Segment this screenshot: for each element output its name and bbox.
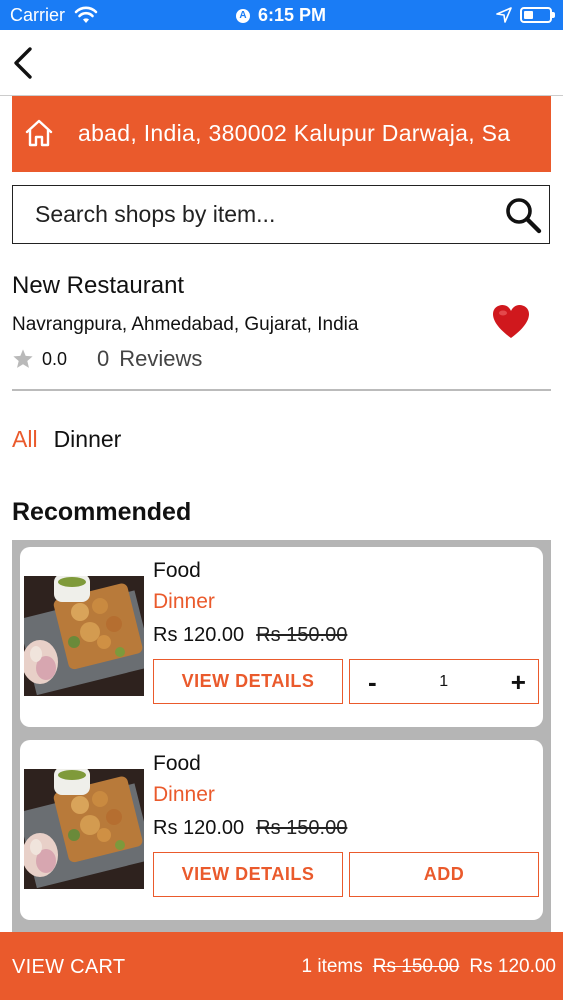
product-card: Food Dinner Rs 120.00 Rs 150.00 VIEW DET… <box>20 547 543 727</box>
location-services-icon: A <box>236 8 250 23</box>
carrier-label: Carrier <box>10 5 66 25</box>
product-image <box>24 576 144 696</box>
product-old-price: Rs 150.00 <box>256 624 348 646</box>
address-text: abad, India, 380002 Kalupur Darwaja, Sa <box>78 120 511 146</box>
cart-old-total: Rs 150.00 <box>372 956 460 977</box>
home-icon <box>25 119 53 147</box>
location-arrow-icon <box>496 7 512 23</box>
battery-icon <box>520 7 555 23</box>
status-center: A 6:15 PM <box>236 5 326 26</box>
product-title: Food <box>153 752 201 775</box>
navigation-bar <box>0 30 563 96</box>
tab-all[interactable]: All <box>12 426 38 453</box>
product-old-price: Rs 150.00 <box>256 817 348 839</box>
increase-quantity-button[interactable]: + <box>511 669 526 695</box>
reviews-link[interactable]: 0 Reviews <box>97 346 202 372</box>
cart-total: Rs 120.00 <box>469 956 556 977</box>
heart-icon[interactable] <box>492 304 530 340</box>
rating-row: 0.0 0 Reviews <box>12 346 202 372</box>
add-button[interactable]: ADD <box>349 852 539 897</box>
address-banner[interactable]: abad, India, 380002 Kalupur Darwaja, Sa <box>12 96 551 172</box>
section-title: Recommended <box>12 498 192 526</box>
product-category: Dinner <box>153 783 215 806</box>
search-icon[interactable] <box>503 195 543 235</box>
price-row: Rs 120.00 Rs 150.00 <box>153 817 347 840</box>
product-list[interactable]: Food Dinner Rs 120.00 Rs 150.00 VIEW DET… <box>12 540 551 940</box>
price-row: Rs 120.00 Rs 150.00 <box>153 624 347 647</box>
product-price: Rs 120.00 <box>153 624 245 646</box>
decrease-quantity-button[interactable]: - <box>368 669 377 695</box>
reviews-label: Reviews <box>119 346 203 371</box>
quantity-stepper: - 1 + <box>349 659 539 704</box>
cart-item-count: 1 items <box>301 956 363 977</box>
product-title: Food <box>153 559 201 582</box>
tab-dinner[interactable]: Dinner <box>54 426 122 453</box>
product-image <box>24 769 144 889</box>
restaurant-info: New Restaurant Navrangpura, Ahmedabad, G… <box>12 272 551 371</box>
view-cart-button[interactable]: VIEW CART <box>12 956 125 979</box>
search-bar <box>12 185 550 244</box>
cart-bar[interactable]: VIEW CART 1 items Rs 150.00 Rs 120.00 <box>0 932 563 1000</box>
restaurant-location: Navrangpura, Ahmedabad, Gujarat, India <box>12 314 359 335</box>
divider <box>12 389 551 391</box>
view-details-button[interactable]: VIEW DETAILS <box>153 659 343 704</box>
star-icon <box>13 349 33 368</box>
status-bar: Carrier A 6:15 PM <box>0 0 563 30</box>
view-details-button[interactable]: VIEW DETAILS <box>153 852 343 897</box>
rating-value: 0.0 <box>42 348 68 369</box>
review-count: 0 <box>97 346 110 371</box>
product-price: Rs 120.00 <box>153 817 245 839</box>
restaurant-name: New Restaurant <box>12 272 185 299</box>
filter-tabs: All Dinner <box>12 426 121 453</box>
status-time: 6:15 PM <box>258 5 327 25</box>
product-card: Food Dinner Rs 120.00 Rs 150.00 VIEW DET… <box>20 740 543 920</box>
product-category: Dinner <box>153 590 215 613</box>
wifi-icon <box>74 6 98 23</box>
quantity-value: 1 <box>439 672 449 690</box>
cart-summary: 1 items Rs 150.00 Rs 120.00 <box>302 956 557 978</box>
search-input[interactable] <box>35 196 475 232</box>
chevron-left-icon[interactable] <box>12 46 34 80</box>
